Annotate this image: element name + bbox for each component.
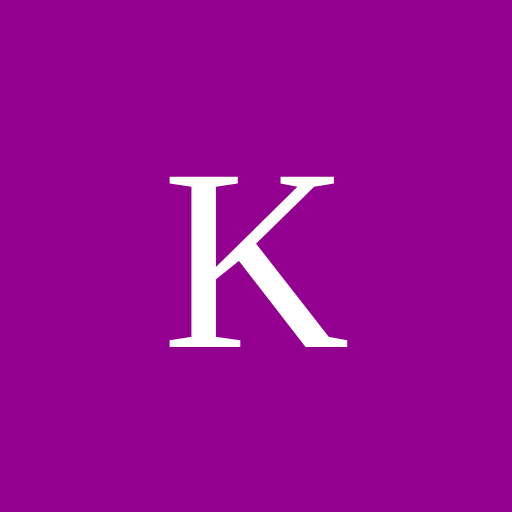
- letter-avatar-tile: K: [0, 0, 512, 512]
- monogram-letter: K: [162, 116, 350, 404]
